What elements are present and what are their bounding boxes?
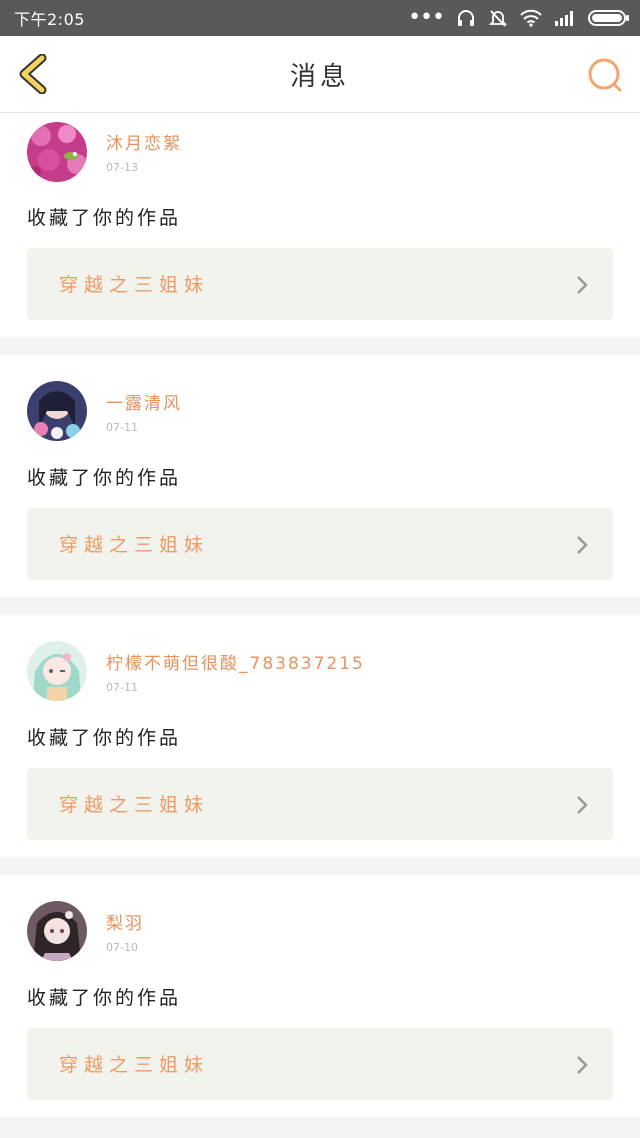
- chevron-right-icon: [577, 1056, 588, 1074]
- username-link[interactable]: 一露清风: [106, 389, 182, 414]
- work-link[interactable]: 穿越之三姐妹: [27, 248, 613, 320]
- action-text: 收藏了你的作品: [27, 987, 182, 1009]
- message-date: 07-13: [106, 161, 138, 174]
- action-text: 收藏了你的作品: [27, 727, 182, 749]
- search-icon: [588, 58, 622, 92]
- avatar[interactable]: [27, 901, 87, 961]
- search-button[interactable]: [586, 56, 624, 94]
- headset-icon: [456, 8, 476, 28]
- work-title: 穿越之三姐妹: [59, 274, 210, 296]
- username-link[interactable]: 沐月恋絮: [106, 129, 182, 154]
- message-card: 沐月恋絮 07-13 收藏了你的作品 穿越之三姐妹: [0, 113, 640, 337]
- wifi-icon: [520, 9, 542, 27]
- work-title: 穿越之三姐妹: [59, 534, 210, 556]
- message-date: 07-11: [106, 421, 138, 434]
- chevron-right-icon: [577, 796, 588, 814]
- more-dots-icon: •••: [408, 5, 445, 30]
- chevron-right-icon: [577, 276, 588, 294]
- battery-icon: [588, 9, 630, 27]
- avatar[interactable]: [27, 122, 87, 182]
- signal-icon: [554, 10, 576, 26]
- message-date: 07-11: [106, 681, 138, 694]
- page-title: 消息: [289, 62, 350, 92]
- username-link[interactable]: 梨羽: [106, 909, 144, 934]
- avatar[interactable]: [27, 641, 87, 701]
- message-date: 07-10: [106, 941, 138, 954]
- top-navigation-bar: 消息: [0, 36, 640, 113]
- work-title: 穿越之三姐妹: [59, 794, 210, 816]
- action-text: 收藏了你的作品: [27, 207, 182, 229]
- username-link[interactable]: 柠檬不萌但很酸_783837215: [106, 649, 365, 674]
- work-link[interactable]: 穿越之三姐妹: [27, 508, 613, 580]
- avatar[interactable]: [27, 381, 87, 441]
- status-time: 下午2:05: [14, 10, 85, 29]
- mute-icon: [488, 8, 508, 28]
- message-card: 梨羽 07-10 收藏了你的作品 穿越之三姐妹: [0, 875, 640, 1117]
- message-card: 柠檬不萌但很酸_783837215 07-11 收藏了你的作品 穿越之三姐妹: [0, 615, 640, 857]
- chevron-right-icon: [577, 536, 588, 554]
- status-bar: 下午2:05 •••: [0, 0, 640, 36]
- work-title: 穿越之三姐妹: [59, 1054, 210, 1076]
- status-icons: •••: [408, 5, 630, 30]
- action-text: 收藏了你的作品: [27, 467, 182, 489]
- work-link[interactable]: 穿越之三姐妹: [27, 768, 613, 840]
- message-card: 一露清风 07-11 收藏了你的作品 穿越之三姐妹: [0, 355, 640, 597]
- work-link[interactable]: 穿越之三姐妹: [27, 1028, 613, 1100]
